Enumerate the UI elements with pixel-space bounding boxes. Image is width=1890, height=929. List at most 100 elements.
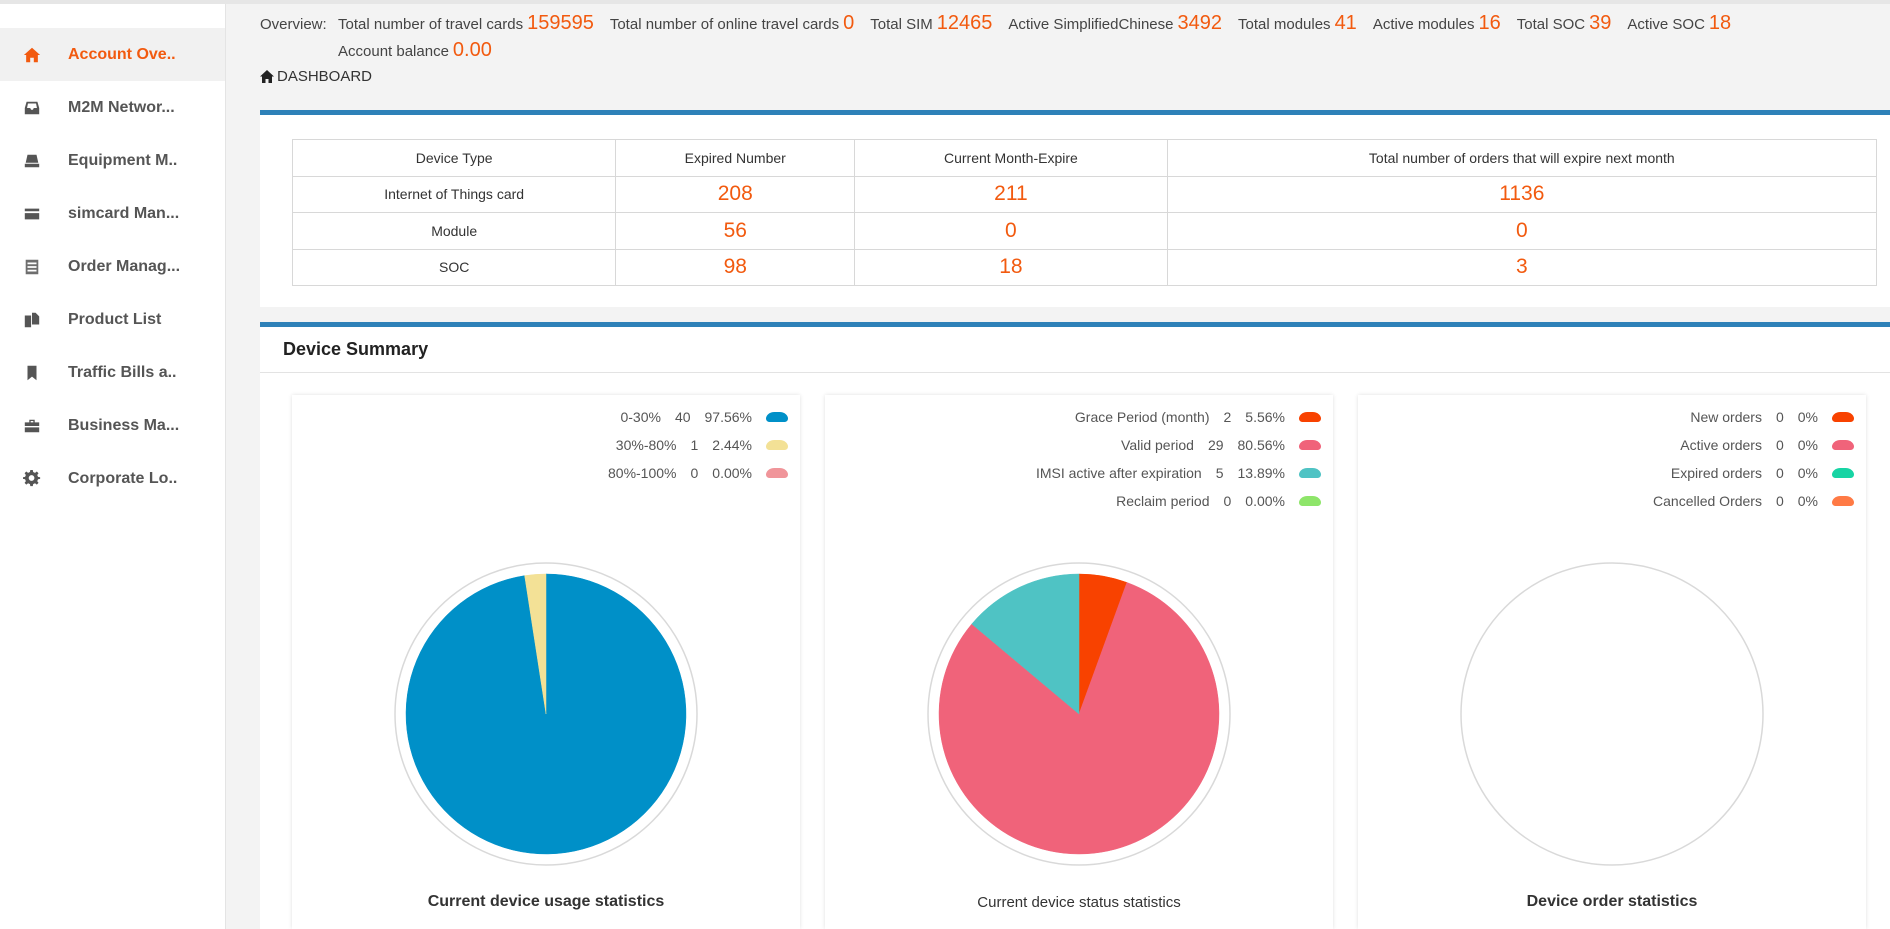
overview-stat: Active SimplifiedChinese 3492 (1008, 12, 1222, 35)
legend-swatch-icon (1299, 496, 1321, 506)
sidebar-item-equipment-m[interactable]: Equipment M.. (0, 134, 225, 187)
chart-card: 0-30% 40 97.56% 30%-80% 1 2.44% 80%-100% 0 0.00%… (292, 395, 800, 929)
credit-card-icon (22, 204, 42, 224)
legend-count: 1 (690, 437, 699, 453)
legend-label: Active orders (1680, 437, 1762, 453)
legend-percent: 0% (1797, 409, 1818, 425)
sidebar-item-label: simcard Man... (68, 204, 180, 222)
legend-percent: 0% (1797, 465, 1818, 481)
legend-swatch-icon (1299, 412, 1321, 422)
legend-label: Valid period (1121, 437, 1194, 453)
sidebar-item-label: Order Manag... (68, 257, 181, 275)
stat-label: Total modules (1238, 16, 1331, 33)
column-header: Expired Number (615, 139, 856, 177)
pie-outline (1460, 562, 1764, 866)
sidebar-item-label: Product List (68, 310, 162, 328)
list-alt-icon (22, 257, 42, 277)
device-summary-panel: Device Summary 0-30% 40 97.56% 30%-80% 1 2.44… (260, 327, 1890, 929)
breadcrumb[interactable]: DASHBOARD (260, 68, 1880, 85)
count-cell: 0 (1166, 212, 1878, 250)
sidebar-item-simcard-man[interactable]: simcard Man... (0, 187, 225, 240)
legend-item[interactable]: IMSI active after expiration 5 13.89% (1036, 459, 1321, 487)
legend-item[interactable]: Cancelled Orders 0 0% (1653, 487, 1854, 515)
legend-percent: 0.00% (712, 465, 752, 481)
pie-chart (394, 562, 698, 866)
legend-item[interactable]: 30%-80% 1 2.44% (608, 431, 788, 459)
sidebar-nav: Account Ove.. M2M Networ... Equipment M.. s… (0, 28, 225, 505)
sidebar-item-label: Account Ove.. (68, 45, 176, 63)
legend-item[interactable]: Expired orders 0 0% (1653, 459, 1854, 487)
device-type-cell: Module (291, 212, 617, 250)
legend-count: 0 (1775, 465, 1784, 481)
sidebar-item-account-ove[interactable]: Account Ove.. (0, 28, 225, 81)
account-balance-label: Account balance (338, 43, 449, 60)
account-balance-value: 0.00 (452, 39, 492, 61)
legend-label: IMSI active after expiration (1035, 465, 1202, 481)
top-border (0, 0, 1890, 4)
column-header: Device Type (291, 139, 617, 177)
sidebar-item-m2m-networ[interactable]: M2M Networ... (0, 81, 225, 134)
table-header-row: Device Type Expired Number Current Month-E… (291, 139, 1878, 177)
legend-item[interactable]: New orders 0 0% (1653, 403, 1854, 431)
sidebar-item-corporate-lo[interactable]: Corporate Lo.. (0, 452, 225, 505)
expiry-table: Device Type Expired Number Current Month-E… (291, 139, 1878, 286)
chart-cards: 0-30% 40 97.56% 30%-80% 1 2.44% 80%-100% 0 0.00%… (292, 395, 1866, 929)
column-header: Current Month-Expire (854, 139, 1168, 177)
copy-icon (22, 310, 42, 330)
legend-item[interactable]: Valid period 29 80.56% (1036, 431, 1321, 459)
stat-label: Total number of online travel cards (609, 16, 840, 33)
device-type-cell: SOC (291, 248, 617, 286)
overview-label: Overview: (260, 16, 327, 33)
legend-item[interactable]: 0-30% 40 97.56% (608, 403, 788, 431)
sidebar-item-product-list[interactable]: Product List (0, 293, 225, 346)
legend-swatch-icon (1832, 412, 1854, 422)
sidebar-item-traffic-bills-a[interactable]: Traffic Bills a.. (0, 346, 225, 399)
sidebar-item-label: Business Ma... (68, 416, 180, 434)
sidebar-item-label: Corporate Lo.. (68, 469, 178, 487)
overview-header: Overview: Total number of travel cards 15… (260, 12, 1880, 85)
device-type-cell: Internet of Things card (291, 175, 617, 213)
legend-swatch-icon (1299, 440, 1321, 450)
stat-label: Total SIM (870, 16, 933, 33)
legend-item[interactable]: Active orders 0 0% (1653, 431, 1854, 459)
overview-stat: Total SIM 12465 (870, 12, 992, 35)
sidebar-item-order-manag[interactable]: Order Manag... (0, 240, 225, 293)
legend-percent: 0% (1797, 437, 1818, 453)
legend-item[interactable]: 80%-100% 0 0.00% (608, 459, 788, 487)
sidebar-item-label: M2M Networ... (68, 98, 175, 116)
sidebar-item-business-ma[interactable]: Business Ma... (0, 399, 225, 452)
legend-percent: 0% (1797, 493, 1818, 509)
stat-value: 12465 (936, 12, 993, 34)
gear-icon (22, 469, 42, 489)
pie-chart (927, 562, 1231, 866)
chart-legend: New orders 0 0% Active orders 0 0% Expired ord… (1653, 403, 1854, 515)
chart-title: Current device status statistics (977, 894, 1181, 911)
legend-label: Grace Period (month) (1074, 409, 1210, 425)
legend-label: Reclaim period (1116, 493, 1210, 509)
legend-swatch-icon (1299, 468, 1321, 478)
legend-label: Expired orders (1670, 465, 1762, 481)
account-balance: Account balance 0.00 (338, 39, 492, 62)
overview-stats: Overview: Total number of travel cards 15… (260, 12, 1880, 35)
table-row: Internet of Things card 208 211 1136 (291, 175, 1878, 213)
stat-value: 16 (1478, 12, 1501, 34)
count-cell: 98 (615, 248, 856, 286)
overview-balance-row: Account balance 0.00 (260, 39, 1880, 62)
legend-item[interactable]: Grace Period (month) 2 5.56% (1036, 403, 1321, 431)
overview-stat: Total number of travel cards 159595 (338, 12, 594, 35)
count-cell: 1136 (1166, 175, 1878, 213)
legend-swatch-icon (766, 440, 788, 450)
legend-count: 2 (1223, 409, 1232, 425)
stat-label: Total SOC (1516, 16, 1586, 33)
legend-swatch-icon (766, 412, 788, 422)
overview-stat: Total modules 41 (1238, 12, 1357, 35)
table-row: SOC 98 18 3 (291, 248, 1878, 286)
chart-card: Grace Period (month) 2 5.56% Valid period 29… (825, 395, 1333, 929)
bookmark-icon (22, 363, 42, 383)
stat-value: 18 (1708, 12, 1732, 34)
legend-item[interactable]: Reclaim period 0 0.00% (1036, 487, 1321, 515)
count-cell: 0 (854, 212, 1168, 250)
sidebar: Account Ove.. M2M Networ... Equipment M.. s… (0, 4, 226, 929)
legend-count: 5 (1215, 465, 1224, 481)
legend-percent: 13.89% (1237, 465, 1285, 481)
